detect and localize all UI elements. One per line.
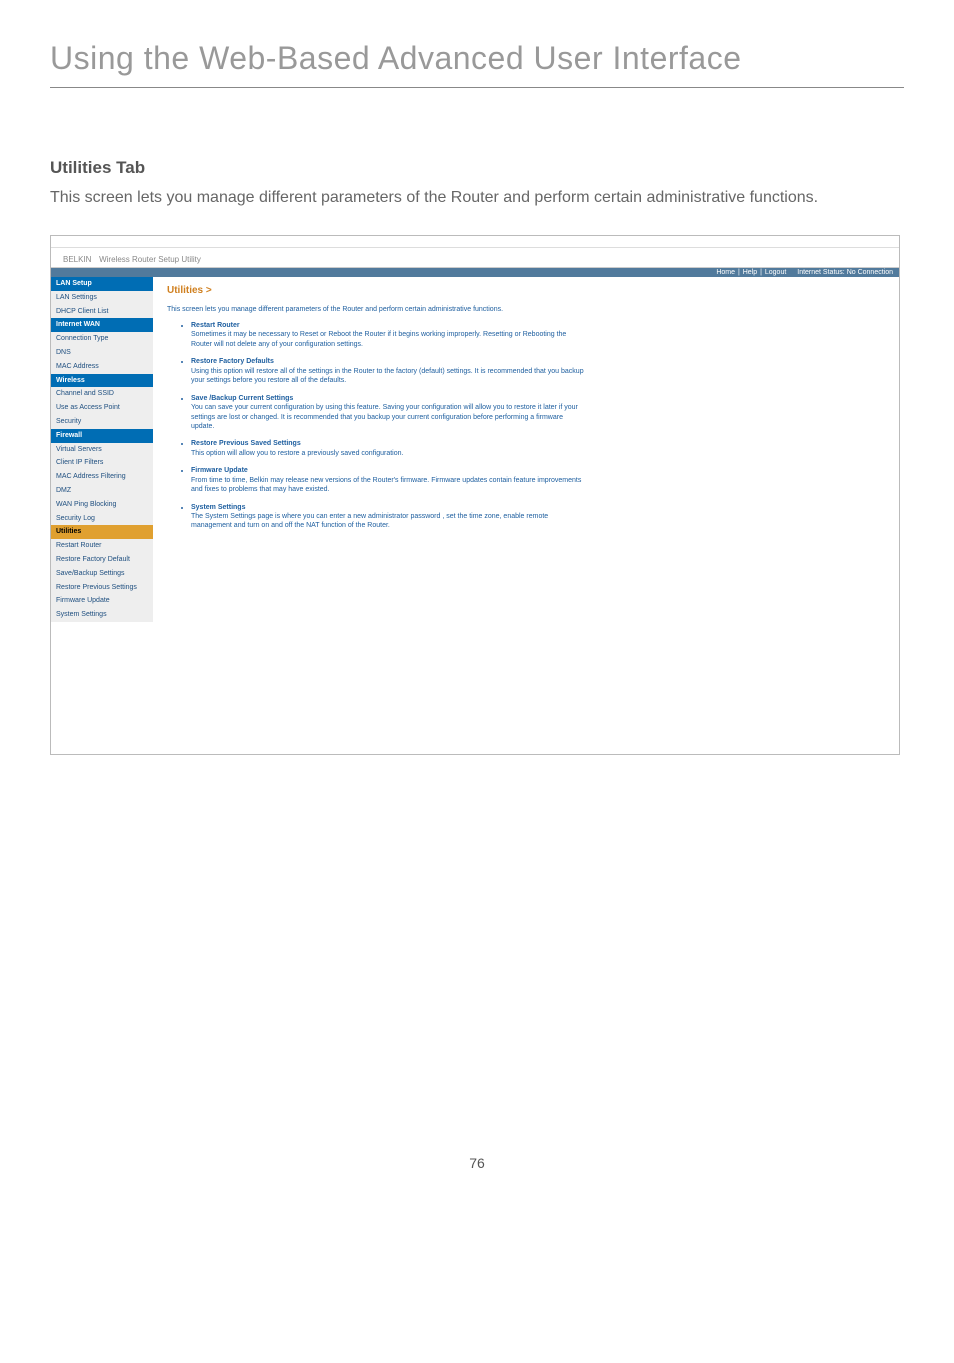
router-ui-screenshot: BELKIN Wireless Router Setup Utility Hom… bbox=[50, 235, 900, 755]
page-title: Using the Web-Based Advanced User Interf… bbox=[50, 40, 904, 88]
sidebar-item[interactable]: Save/Backup Settings bbox=[51, 567, 153, 581]
utility-item: Restart RouterSometimes it may be necess… bbox=[191, 321, 587, 349]
utility-item-desc: From time to time, Belkin may release ne… bbox=[191, 476, 587, 495]
sidebar-item[interactable]: Restart Router bbox=[51, 539, 153, 553]
page-number: 76 bbox=[50, 1155, 904, 1171]
statusbar-link-home[interactable]: Home bbox=[716, 269, 735, 276]
utility-item-title[interactable]: Firmware Update bbox=[191, 467, 248, 474]
status-bar: Home | Help | Logout Internet Status: No… bbox=[51, 268, 899, 277]
sidebar-item: LAN Setup bbox=[51, 277, 153, 291]
section-desc: This screen lets you manage different pa… bbox=[50, 186, 904, 210]
section-title: Utilities Tab bbox=[50, 158, 904, 178]
utility-item: Restore Previous Saved Settings This opti… bbox=[191, 439, 587, 458]
status-label: Internet Status: bbox=[797, 269, 844, 276]
sidebar-nav: LAN SetupLAN SettingsDHCP Client ListInt… bbox=[51, 277, 153, 622]
sidebar-item[interactable]: Utilities bbox=[51, 525, 153, 539]
sidebar-item[interactable]: Use as Access Point bbox=[51, 401, 153, 415]
sidebar-item[interactable]: MAC Address bbox=[51, 360, 153, 374]
main-panel: Utilities > This screen lets you manage … bbox=[153, 277, 899, 622]
sidebar-item[interactable]: Channel and SSID bbox=[51, 387, 153, 401]
sidebar-item[interactable]: System Settings bbox=[51, 608, 153, 622]
statusbar-link-logout[interactable]: Logout bbox=[765, 269, 786, 276]
brand-sub: Wireless Router Setup Utility bbox=[99, 255, 201, 264]
utility-item-desc: Using this option will restore all of th… bbox=[191, 367, 587, 386]
utility-item-desc: You can save your current configuration … bbox=[191, 403, 587, 431]
statusbar-link-help[interactable]: Help bbox=[743, 269, 757, 276]
utility-item-title[interactable]: Restore Factory Defaults bbox=[191, 358, 274, 365]
sidebar-item[interactable]: Connection Type bbox=[51, 332, 153, 346]
sidebar-item: Internet WAN bbox=[51, 318, 153, 332]
brand: BELKIN Wireless Router Setup Utility bbox=[51, 248, 899, 268]
sidebar-item[interactable]: DNS bbox=[51, 346, 153, 360]
utility-item-title[interactable]: Restart Router bbox=[191, 322, 240, 329]
utility-item: Firmware Update From time to time, Belkin… bbox=[191, 466, 587, 494]
sidebar-item[interactable]: Firmware Update bbox=[51, 594, 153, 608]
sidebar-item[interactable]: LAN Settings bbox=[51, 291, 153, 305]
main-title: Utilities > bbox=[167, 285, 885, 296]
utility-item: Restore Factory Defaults Using this optio… bbox=[191, 357, 587, 385]
main-desc: This screen lets you manage different pa… bbox=[167, 306, 587, 313]
sidebar-item[interactable]: Restore Previous Settings bbox=[51, 581, 153, 595]
sidebar-item[interactable]: WAN Ping Blocking bbox=[51, 498, 153, 512]
sidebar-item[interactable]: Virtual Servers bbox=[51, 443, 153, 457]
utility-item-title[interactable]: System Settings bbox=[191, 504, 245, 511]
sidebar-item: Firewall bbox=[51, 429, 153, 443]
brand-name: BELKIN bbox=[63, 255, 91, 264]
sidebar-item[interactable]: Restore Factory Default bbox=[51, 553, 153, 567]
utility-item-title[interactable]: Save /Backup Current Settings bbox=[191, 395, 293, 402]
status-value: No Connection bbox=[847, 269, 893, 276]
sidebar-item: Wireless bbox=[51, 374, 153, 388]
sidebar-item[interactable]: Security bbox=[51, 415, 153, 429]
sidebar-item[interactable]: DMZ bbox=[51, 484, 153, 498]
utility-item-title[interactable]: Restore Previous Saved Settings bbox=[191, 440, 301, 447]
utility-item-desc: This option will allow you to restore a … bbox=[191, 449, 587, 458]
utility-item: System SettingsThe System Settings page … bbox=[191, 503, 587, 531]
utility-item-desc: The System Settings page is where you ca… bbox=[191, 512, 587, 531]
sidebar-item[interactable]: Client IP Filters bbox=[51, 456, 153, 470]
utility-item: Save /Backup Current SettingsYou can sav… bbox=[191, 394, 587, 432]
sidebar-item[interactable]: DHCP Client List bbox=[51, 305, 153, 319]
utility-item-desc: Sometimes it may be necessary to Reset o… bbox=[191, 330, 587, 349]
sidebar-item[interactable]: Security Log bbox=[51, 512, 153, 526]
sidebar-item[interactable]: MAC Address Filtering bbox=[51, 470, 153, 484]
